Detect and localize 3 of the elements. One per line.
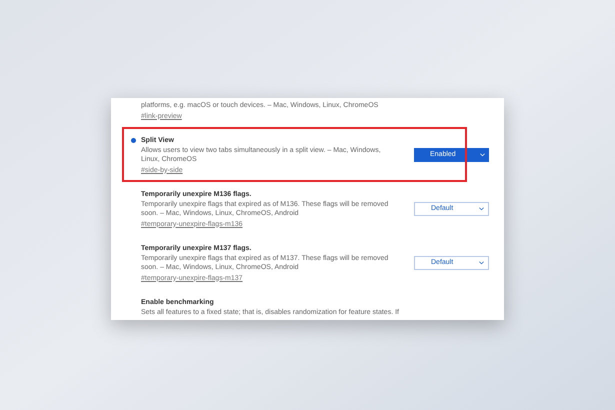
chevron-down-icon: [479, 207, 484, 211]
chevron-down-icon: [480, 153, 485, 157]
chevron-down-icon: [479, 261, 484, 265]
